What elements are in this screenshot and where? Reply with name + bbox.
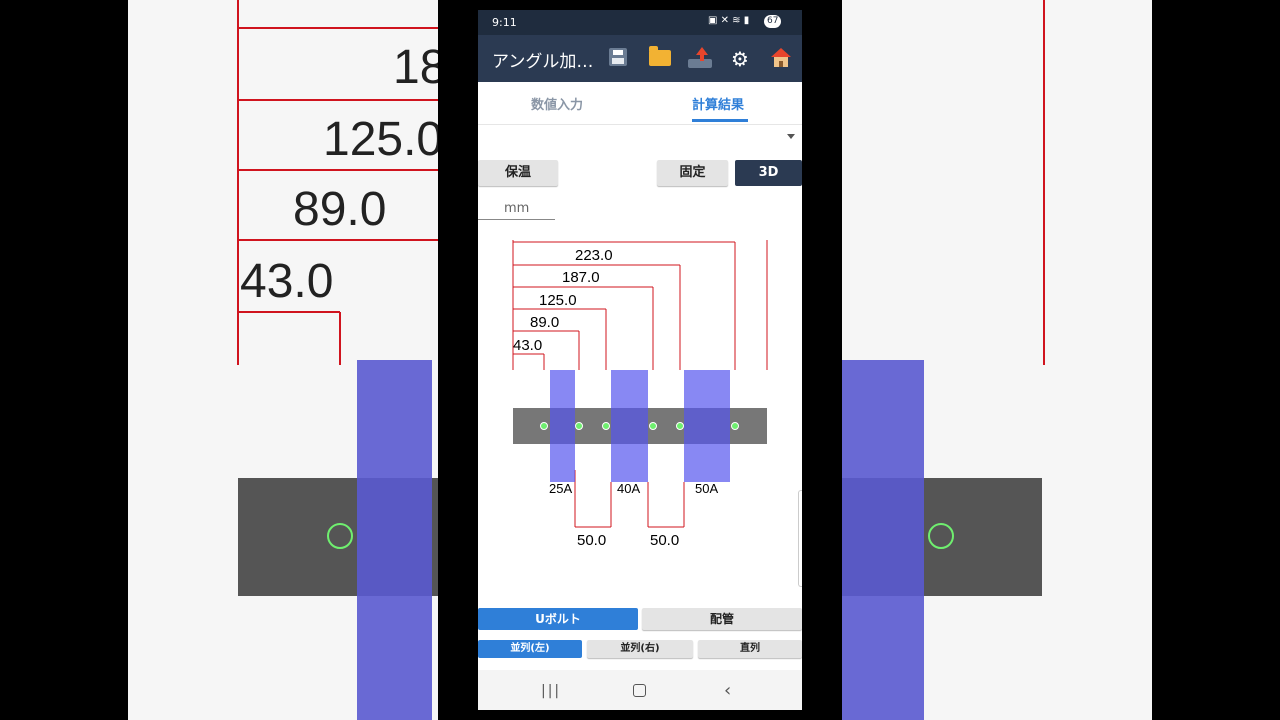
bolt-hole [602,422,610,430]
pipe-25a [550,370,575,482]
bottom-dimension-1: 50.0 [577,532,606,549]
bolt-hole [676,422,684,430]
bg-dimension-3: 89.0 [293,183,386,236]
chevron-down-icon[interactable] [787,134,795,139]
background-left: 18 125.0 89.0 43.0 [128,0,438,720]
background-right [842,0,1152,720]
bolt-hole [731,422,739,430]
app-bar: アングル加… ⚙ [478,35,802,82]
tab-bar: 数値入力 計算結果 [478,82,802,125]
pipe-label-25a: 25A [549,481,572,496]
navigation-bar: ||| ‹ [478,670,802,710]
bolt-hole [649,422,657,430]
recent-apps-icon[interactable]: ||| [541,683,561,699]
pipe-label-40a: 40A [617,481,640,496]
phone-screen: 9:11 ▣ ✕ ≋ ▮ 67 アングル加… ⚙ 数値入力 計算結果 保温 固定… [478,10,802,710]
status-icons: ▣ ✕ ≋ ▮ [708,15,750,26]
parallel-right-button[interactable]: 並列(右) [587,640,693,658]
battery-indicator: 67 [764,15,782,28]
bg-dimension-4: 43.0 [240,255,333,308]
bottom-dimension-2: 50.0 [650,532,679,549]
ubolt-button[interactable]: Uボルト [478,608,638,630]
insulation-button[interactable]: 保温 [478,160,558,186]
export-icon[interactable] [688,47,712,69]
fixed-button[interactable]: 固定 [657,160,728,186]
status-bar: 9:11 ▣ ✕ ≋ ▮ 67 [478,10,802,35]
bolt-layout-drawing: 223.0 187.0 125.0 89.0 43.0 50.0 50.0 25… [512,240,768,549]
gear-icon[interactable]: ⚙ [731,47,749,71]
app-title: アングル加… [492,52,594,72]
dimension-187: 187.0 [562,269,600,286]
unit-label: mm [504,201,530,216]
dimension-89: 89.0 [530,314,559,331]
parallel-left-button[interactable]: 並列(左) [478,640,582,658]
dimension-125: 125.0 [539,292,577,309]
piping-button[interactable]: 配管 [642,608,802,630]
bolt-hole [575,422,583,430]
bg-dimension-2: 125.0 [323,113,438,166]
active-tab-indicator [692,119,748,122]
3d-button[interactable]: 3D [735,160,802,186]
pipe-label-50a: 50A [695,481,718,496]
pipe-40a [611,370,648,482]
save-icon[interactable] [609,48,627,66]
dimension-43: 43.0 [513,337,542,354]
bolt-hole [540,422,548,430]
home-nav-icon[interactable] [633,684,646,697]
bg-dimension-1: 18 [393,41,438,94]
back-icon[interactable]: ‹ [724,680,731,701]
tab-numeric-input[interactable]: 数値入力 [531,94,583,113]
home-icon[interactable] [770,48,792,68]
folder-icon[interactable] [649,46,671,66]
pipe-50a [684,370,730,482]
tab-calculation-result[interactable]: 計算結果 [692,94,744,113]
status-time: 9:11 [492,16,517,29]
dimension-223: 223.0 [575,247,613,264]
series-button[interactable]: 直列 [698,640,802,658]
background-drawing-right [842,0,1045,720]
scrollbar[interactable] [798,490,802,587]
background-drawing-left: 18 125.0 89.0 43.0 [237,0,438,720]
